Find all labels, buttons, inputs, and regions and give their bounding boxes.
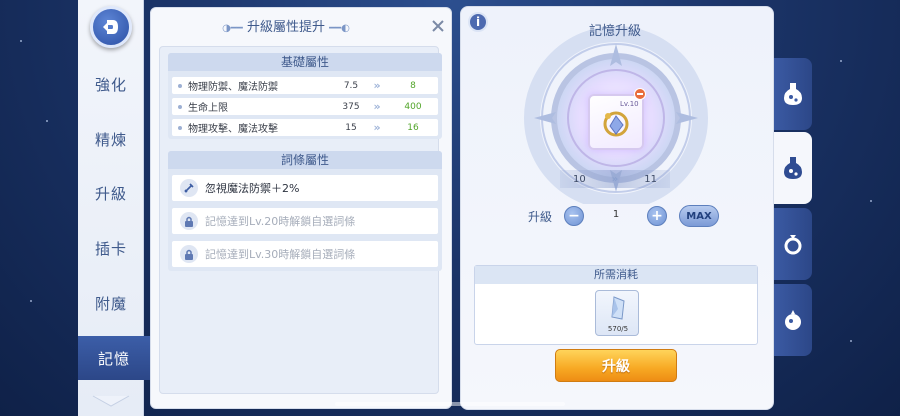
max-button[interactable]: MAX: [679, 205, 719, 227]
info-icon: i: [475, 15, 481, 29]
star: [840, 60, 842, 62]
stat-row: 物理攻擊、魔法攻擊 15 » 16: [172, 119, 438, 136]
info-button[interactable]: i: [468, 12, 488, 32]
home-indicator: [335, 402, 565, 406]
back-arrow-icon: [103, 20, 118, 34]
quantity-value[interactable]: 1: [596, 209, 636, 220]
panel-title-text: 升級屬性提升: [246, 20, 325, 35]
trait-text: 記憶達到Lv.20時解鎖自選詞條: [205, 215, 356, 228]
trait-attributes-section: 詞條屬性 忽視魔法防禦＋2% 記憶達到Lv.20時解鎖自選詞條 記憶達到Lv.3…: [168, 151, 442, 271]
level-change-bar: 10 » 11: [560, 170, 670, 188]
trait-text: 記憶達到Lv.30時解鎖自選詞條: [205, 248, 356, 261]
attributes-container: 基礎屬性 物理防禦、魔法防禦 7.5 » 8 生命上限 375 » 400 物理…: [159, 46, 442, 394]
potion-icon: [784, 83, 802, 105]
panel-title: ◑━━ 升級屬性提升 ━━◐: [222, 20, 350, 35]
upgrade-attributes-panel: ◑━━ 升級屬性提升 ━━◐ 基礎屬性 物理防禦、魔法防禦 7.5 » 8 生命…: [150, 7, 452, 409]
trait-text: 忽視魔法防禦＋2%: [205, 182, 300, 195]
quantity-minus-button[interactable]: −: [564, 206, 584, 226]
star: [850, 340, 852, 342]
star: [46, 120, 48, 122]
ring-icon: [784, 235, 802, 255]
star: [870, 200, 872, 202]
stat-name: 物理攻擊、魔法攻擊: [188, 124, 278, 135]
memory-upgrade-title: 記憶升級: [588, 24, 641, 39]
stat-new-value: 400: [404, 101, 422, 112]
level-from: 10: [573, 173, 586, 185]
stat-old-value: 375: [342, 101, 360, 112]
quantity-plus-button[interactable]: +: [647, 206, 667, 226]
material-count: 570/5: [607, 325, 629, 333]
tab-potion-2[interactable]: [774, 132, 812, 204]
tab-orb[interactable]: [774, 284, 812, 356]
stat-row: 生命上限 375 » 400: [172, 98, 438, 115]
sword-icon: [180, 179, 198, 197]
potion-icon: [784, 157, 802, 179]
chevron-down-icon[interactable]: [88, 392, 134, 410]
cost-header: 所需消耗: [475, 266, 757, 284]
remove-item-button[interactable]: [634, 88, 646, 100]
stat-old-value: 15: [345, 122, 357, 133]
section-header: 基礎屬性: [168, 53, 442, 71]
close-button[interactable]: [431, 18, 445, 32]
double-chevron-icon: »: [373, 121, 381, 134]
star: [30, 300, 32, 302]
stat-name: 物理防禦、魔法防禦: [188, 82, 278, 93]
trait-row-locked: 記憶達到Lv.20時解鎖自選詞條: [172, 208, 438, 234]
trait-row-locked: 記憶達到Lv.30時解鎖自選詞條: [172, 241, 438, 267]
bullet-icon: [178, 83, 182, 88]
section-header: 詞條屬性: [168, 151, 442, 169]
close-icon: [432, 20, 444, 32]
cost-box: 所需消耗 570/5: [474, 265, 758, 345]
nav-item-upgrade[interactable]: 升級: [78, 171, 144, 215]
nav-item-enchant[interactable]: 附魔: [78, 281, 144, 325]
nav-item-enhance[interactable]: 強化: [78, 62, 144, 106]
tab-potion-1[interactable]: [774, 58, 812, 130]
upgrade-button[interactable]: 升級: [555, 349, 677, 382]
nav-item-card[interactable]: 插卡: [78, 226, 144, 270]
stat-name: 生命上限: [188, 103, 228, 114]
material-slot[interactable]: 570/5: [595, 290, 639, 336]
star: [20, 40, 22, 42]
stat-new-value: 8: [410, 80, 416, 91]
orb-icon: [785, 310, 801, 330]
nav-item-memory[interactable]: 記憶: [78, 336, 160, 380]
level-to: 11: [644, 173, 657, 185]
bullet-icon: [178, 125, 182, 130]
back-button[interactable]: [90, 6, 132, 48]
double-chevron-icon: »: [373, 100, 381, 113]
item-level-badge: Lv.10: [620, 100, 639, 108]
stat-old-value: 7.5: [343, 80, 359, 91]
stat-row: 物理防禦、魔法防禦 7.5 » 8: [172, 77, 438, 94]
crystal-icon: [611, 296, 625, 320]
double-chevron-icon: »: [373, 79, 381, 92]
quantity-label: 升級: [528, 210, 553, 224]
base-attributes-section: 基礎屬性 物理防禦、魔法防禦 7.5 » 8 生命上限 375 » 400 物理…: [168, 53, 442, 139]
bullet-icon: [178, 104, 182, 109]
trait-row: 忽視魔法防禦＋2%: [172, 175, 438, 201]
nav-item-refine[interactable]: 精煉: [78, 117, 144, 161]
lock-icon: [180, 212, 198, 230]
lock-icon: [180, 245, 198, 263]
tab-ring[interactable]: [774, 208, 812, 280]
double-chevron-icon: »: [611, 173, 619, 185]
stat-new-value: 16: [407, 122, 419, 133]
